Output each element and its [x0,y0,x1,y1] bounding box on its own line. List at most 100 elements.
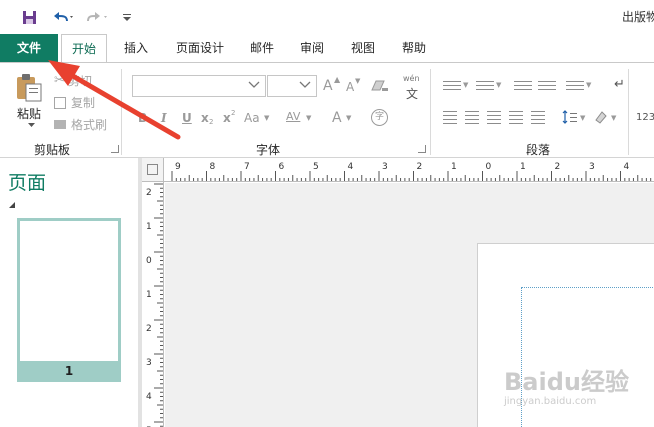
ruler-label: 0 [146,256,152,266]
customize-toolbar-icon[interactable] [120,8,134,26]
character-spacing-button[interactable]: AV [286,110,300,123]
ruler-label: 2 [146,188,152,198]
justify-icon[interactable] [509,111,523,127]
tab-mailings[interactable]: 邮件 [244,34,280,62]
line-spacing-icon[interactable] [562,109,578,125]
group-divider [628,69,629,155]
grow-font-button[interactable]: A [323,78,333,94]
shading-icon[interactable] [593,110,609,124]
ruler-label: 2 [146,324,152,334]
phonetic-guide-char: 文 [406,87,419,101]
tab-view[interactable]: 视图 [345,34,381,62]
ruler-label: 2 [555,162,561,172]
undo-icon[interactable] [50,8,76,26]
cut-button[interactable]: ✂ 剪切 [54,72,92,89]
collapse-caret-icon[interactable] [9,202,15,208]
ruler-label: 2 [417,162,423,172]
enclose-characters-button[interactable]: 字 [371,109,388,126]
ruler-label: 8 [210,162,216,172]
save-icon[interactable] [20,8,38,26]
format-painter-label: 格式刷 [71,118,108,132]
ruler-origin-icon [147,164,158,175]
ruler-label: 9 [175,162,181,172]
paintbrush-icon [54,120,66,129]
paste-dropdown-icon[interactable] [28,123,35,128]
ribbon-tabs: 文件 开始 插入 页面设计 邮件 审阅 视图 帮助 [0,34,654,63]
paste-button[interactable]: 粘贴 [17,105,41,122]
font-size-dropdown[interactable] [267,75,317,97]
ruler-label: 1 [451,162,457,172]
ruler-label: 3 [589,162,595,172]
subscript-button[interactable]: x [201,111,209,125]
chevron-down-icon: ▼ [346,114,352,122]
tab-review[interactable]: 审阅 [294,34,330,62]
tab-insert[interactable]: 插入 [117,34,155,62]
tab-page-design[interactable]: 页面设计 [170,34,230,62]
page-thumbnail[interactable] [17,218,121,382]
vertical-ruler[interactable]: 21012345 [142,182,164,427]
quick-access-toolbar: 出版物 [0,0,654,34]
chevron-down-icon: ▼ [580,114,586,122]
numbering-icon[interactable] [476,81,494,93]
ruler-label: 4 [146,392,152,402]
ruler-label: 1 [146,290,152,300]
ribbon-home: 粘贴 ✂ 剪切 复制 格式刷 剪贴板 A ▲ A ▼ wén 文 B I U x… [0,62,654,158]
ruler-label: 6 [279,162,285,172]
group-divider [430,69,431,155]
ruler-label: 0 [486,162,492,172]
ruler-label: 4 [624,162,630,172]
watermark-text: Baidu经验 [504,368,629,396]
align-center-icon[interactable] [465,111,479,127]
phonetic-guide-pinyin[interactable]: wén [403,74,420,83]
enclose-characters-label: 字 [374,112,384,122]
window-title: 出版物 [622,10,654,24]
watermark: Baidu经验 jingyan.baidu.com [504,362,654,412]
chevron-down-icon [299,81,311,88]
underline-button[interactable]: U [182,111,192,125]
shrink-font-caret-icon: ▼ [355,77,361,85]
font-launcher-icon[interactable] [418,145,426,153]
font-group-label: 字体 [256,143,281,157]
italic-button[interactable]: I [161,111,167,125]
chevron-down-icon: ▼ [611,114,617,122]
cut-label: 剪切 [67,74,92,88]
format-painter-button[interactable]: 格式刷 [54,116,107,133]
tab-home[interactable]: 开始 [61,34,107,63]
bold-button[interactable]: B [138,111,147,125]
chevron-down-icon: ▼ [306,114,312,122]
ruler-label: 3 [382,162,388,172]
shrink-font-button[interactable]: A [346,80,354,94]
bullets-icon[interactable] [443,81,461,93]
font-color-button[interactable]: A [332,110,342,126]
align-right-icon[interactable] [487,111,501,127]
tab-help[interactable]: 帮助 [396,34,432,62]
tab-file[interactable]: 文件 [0,34,58,62]
copy-icon [54,96,66,109]
decrease-indent-icon[interactable] [514,81,532,93]
copy-button[interactable]: 复制 [54,94,95,111]
paste-icon[interactable] [14,73,48,103]
align-left-icon[interactable] [443,111,457,127]
superscript-button[interactable]: x [223,111,231,125]
group-divider [121,69,122,155]
ruler-label: 4 [348,162,354,172]
ruler-corner[interactable] [142,158,164,182]
scissors-icon: ✂ [54,73,65,88]
horizontal-ruler[interactable]: 9 8 7 6 5 4 3 2 1 0 1 2 3 4 [164,158,654,182]
redo-icon[interactable] [84,8,110,26]
watermark-url: jingyan.baidu.com [504,396,597,407]
clipboard-launcher-icon[interactable] [111,145,119,153]
page-thumbnail-number: 1 [17,361,121,382]
superscript-2: 2 [231,109,236,117]
distribute-icon[interactable] [531,111,545,127]
subscript-2: 2 [209,118,214,126]
clear-formatting-icon[interactable] [371,79,389,93]
increase-indent-icon[interactable] [538,81,556,93]
chevron-down-icon: ▼ [463,81,469,89]
numeric-style-button[interactable]: 123 [636,112,654,123]
text-direction-icon[interactable]: ↵ [614,77,625,92]
change-case-button[interactable]: Aa [244,111,260,125]
ruler-label: 1 [520,162,526,172]
line-spacing-list-icon[interactable] [566,81,584,93]
font-name-dropdown[interactable] [132,75,266,97]
